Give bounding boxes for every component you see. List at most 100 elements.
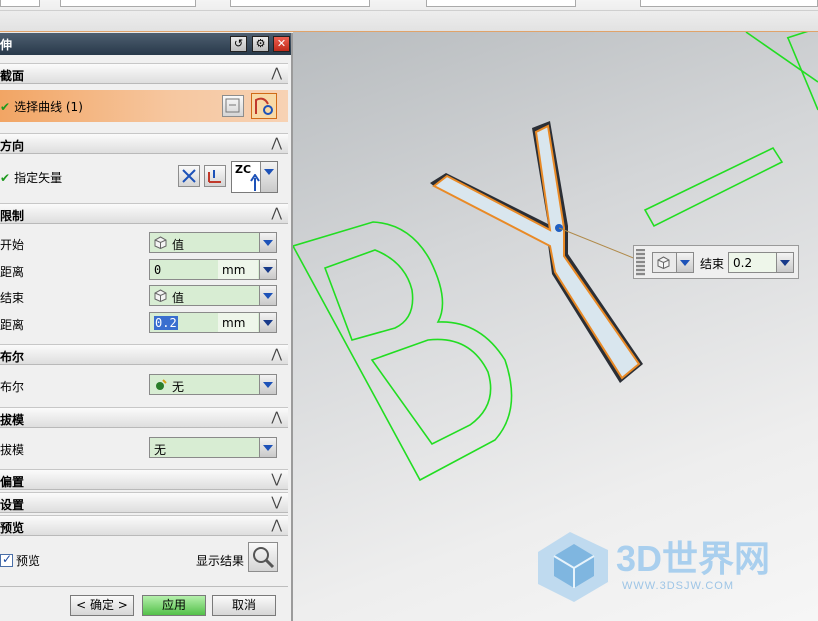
section-label: 预览	[0, 521, 25, 535]
chevron-up-icon[interactable]: ⋀	[271, 206, 282, 221]
section-boolean-header[interactable]: 布尔 ⋀	[0, 344, 288, 365]
watermark-title: 3D世界网	[616, 538, 771, 579]
dialog-button-bar: < 确定 > 应用 取消	[0, 586, 288, 621]
start-distance-field[interactable]: 0 mm	[149, 259, 277, 280]
dash-curves	[643, 32, 818, 228]
onscreen-end-input: 结束 0.2	[633, 245, 799, 279]
curve-select-button[interactable]	[251, 93, 277, 119]
chevron-up-icon[interactable]: ⋀	[271, 136, 282, 151]
chevron-down-icon[interactable]: ⋁	[271, 472, 282, 487]
vector-type-dropdown[interactable]: ZC	[231, 161, 278, 193]
dialog-titlebar: 伸 ↺ ⚙ ✕	[0, 33, 291, 55]
select-curve-text: 选择曲线 (1)	[14, 100, 83, 114]
end-type-dropdown[interactable]: 值	[149, 285, 277, 306]
ok-button[interactable]: < 确定 >	[70, 595, 134, 616]
drag-handle[interactable]	[636, 249, 645, 276]
watermark-url: WWW.3DSJW.COM	[622, 580, 734, 592]
chevron-up-icon[interactable]: ⋀	[271, 66, 282, 81]
extrude-dialog: 伸 ↺ ⚙ ✕ 截面 ⋀ ✔ 选择曲线 (1) 方向 ⋀ ✔ 指定矢量 ZC 限…	[0, 33, 293, 621]
vector-option-text: ZC	[235, 163, 252, 176]
section-settings-header[interactable]: 设置 ⋁	[0, 492, 288, 513]
letter-b-curve	[293, 221, 513, 482]
close-icon[interactable]: ✕	[273, 36, 290, 52]
arrow-down-icon[interactable]	[259, 313, 276, 332]
preview-checkbox[interactable]	[0, 552, 13, 567]
arrow-down-icon[interactable]	[259, 260, 276, 279]
section-limits-header[interactable]: 限制 ⋀	[0, 203, 288, 224]
boolean-value: 无	[172, 380, 185, 394]
arrow-down-icon[interactable]	[776, 253, 793, 272]
chevron-up-icon[interactable]: ⋀	[271, 518, 282, 533]
reset-icon[interactable]: ↺	[230, 36, 247, 52]
section-preview-header[interactable]: 预览 ⋀	[0, 515, 288, 536]
end-type-value: 值	[172, 291, 185, 305]
check-icon: ✔	[0, 171, 11, 185]
end-distance-label: 距离	[0, 318, 25, 332]
start-type-value: 值	[172, 238, 185, 252]
section-direction-header[interactable]: 方向 ⋀	[0, 133, 288, 154]
section-label: 布尔	[0, 350, 25, 364]
section-label: 截面	[0, 69, 25, 83]
arrow-up-icon	[250, 174, 260, 191]
toolbar-field[interactable]	[640, 0, 818, 7]
start-type-dropdown[interactable]: 值	[149, 232, 277, 253]
cube-logo-icon	[538, 532, 608, 602]
watermark-logo: 3D世界网 WWW.3DSJW.COM	[530, 522, 810, 612]
specify-vector-row: ✔ 指定矢量 ZC	[0, 159, 288, 199]
boolean-none-icon	[156, 379, 167, 390]
sketch-icon	[225, 98, 240, 113]
draft-dropdown[interactable]: 无	[149, 437, 277, 458]
toolbar-field[interactable]	[230, 0, 370, 7]
toolbar-field[interactable]	[426, 0, 576, 7]
chevron-down-icon[interactable]	[259, 233, 276, 252]
vector-icon	[208, 170, 221, 183]
section-label: 限制	[0, 209, 25, 223]
cube-icon	[154, 236, 167, 249]
show-result-button[interactable]	[248, 542, 278, 572]
start-distance-value: 0	[154, 263, 162, 277]
section-curve-header[interactable]: 截面 ⋀	[0, 63, 288, 84]
cube-icon	[657, 256, 670, 269]
chevron-down-icon[interactable]	[259, 438, 276, 457]
start-distance-label: 距离	[0, 265, 25, 279]
toolbar-field[interactable]	[0, 0, 40, 7]
section-label: 拔模	[0, 413, 25, 427]
section-draft-header[interactable]: 拔模 ⋀	[0, 407, 288, 428]
apply-button[interactable]: 应用	[142, 595, 206, 616]
dialog-title: 伸	[0, 38, 13, 52]
cube-icon	[154, 289, 167, 302]
chevron-down-icon[interactable]	[260, 162, 277, 192]
draft-value: 无	[154, 443, 167, 457]
reverse-direction-button[interactable]	[178, 165, 200, 187]
boolean-dropdown[interactable]: 无	[149, 374, 277, 395]
show-result-label: 显示结果	[196, 554, 245, 568]
gear-icon[interactable]: ⚙	[252, 36, 269, 52]
chevron-down-icon[interactable]: ⋁	[271, 495, 282, 510]
chevron-up-icon[interactable]: ⋀	[271, 347, 282, 362]
reverse-direction-icon	[182, 169, 196, 183]
start-label: 开始	[0, 238, 25, 252]
section-label: 偏置	[0, 475, 25, 489]
vector-dialog-button[interactable]	[204, 165, 226, 187]
section-offset-header[interactable]: 偏置 ⋁	[0, 469, 288, 490]
end-type-dropdown[interactable]	[652, 252, 694, 273]
chevron-down-icon[interactable]	[676, 253, 693, 272]
end-distance-field[interactable]: 0.2 mm	[149, 312, 277, 333]
toolbar-field[interactable]	[60, 0, 196, 7]
cancel-button[interactable]: 取消	[212, 595, 276, 616]
sketch-section-button[interactable]	[222, 95, 244, 117]
chevron-down-icon[interactable]	[259, 375, 276, 394]
end-label: 结束	[0, 291, 25, 305]
end-distance-value: 0.2	[154, 316, 178, 330]
end-value-text: 0.2	[733, 256, 753, 270]
preview-checkbox-label: 预览	[16, 554, 41, 568]
section-label: 设置	[0, 498, 25, 512]
end-value-field[interactable]: 0.2	[728, 252, 794, 273]
specify-vector-label: ✔ 指定矢量	[0, 169, 62, 186]
chevron-up-icon[interactable]: ⋀	[271, 410, 282, 425]
specify-vector-text: 指定矢量	[14, 171, 63, 185]
unit-label: mm	[222, 263, 246, 277]
end-label: 结束	[700, 257, 725, 271]
select-curve-row[interactable]: ✔ 选择曲线 (1)	[0, 90, 288, 122]
chevron-down-icon[interactable]	[259, 286, 276, 305]
